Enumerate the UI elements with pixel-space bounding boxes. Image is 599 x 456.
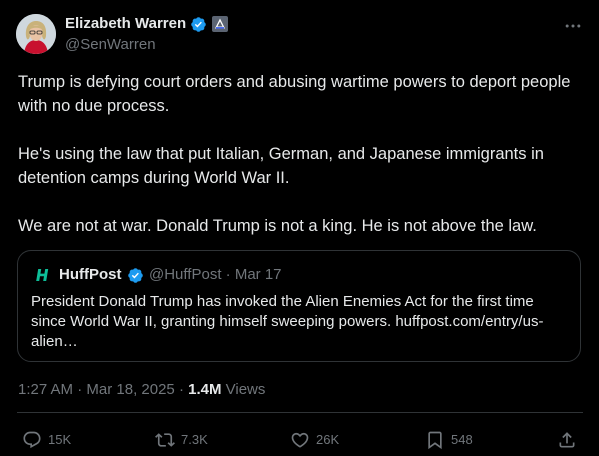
tweet-card: Elizabeth Warren @SenWarren Trump is def… <box>0 0 599 456</box>
share-button[interactable] <box>557 429 577 451</box>
reply-icon <box>23 431 41 449</box>
share-icon <box>559 432 575 448</box>
author-name[interactable]: Elizabeth Warren <box>65 15 186 33</box>
verified-check-icon <box>128 268 143 283</box>
quoted-tweet-card[interactable]: HuffPost @HuffPost · Mar 17 President Do… <box>17 250 581 362</box>
tweet-body: Trump is defying court orders and abusin… <box>18 70 590 262</box>
retweet-count: 7.3K <box>181 432 208 447</box>
tweet-date[interactable]: Mar 18, 2025 <box>86 381 174 398</box>
retweet-button[interactable]: 7.3K <box>155 429 208 451</box>
bookmark-button[interactable]: 548 <box>425 429 473 451</box>
author-handle[interactable]: @SenWarren <box>65 36 156 54</box>
meta-separator: · <box>174 381 189 398</box>
quoted-tweet-text: President Donald Trump has invoked the A… <box>31 293 544 350</box>
tweet-time[interactable]: 1:27 AM <box>18 381 73 398</box>
author-avatar[interactable] <box>16 14 56 54</box>
quoted-meta: @HuffPost · Mar 17 <box>149 266 282 284</box>
huffpost-logo-icon <box>36 269 49 281</box>
quoted-author-name: HuffPost <box>59 266 122 283</box>
heart-icon <box>291 432 309 448</box>
verified-check-icon <box>191 17 206 32</box>
views-label: Views <box>221 381 266 398</box>
quoted-author-handle: @HuffPost <box>149 266 222 283</box>
views-count: 1.4M <box>188 381 222 398</box>
like-button[interactable]: 26K <box>290 429 339 451</box>
tweet-paragraph: Trump is defying court orders and abusin… <box>18 73 571 115</box>
meta-separator: · <box>73 381 87 398</box>
bookmark-count: 548 <box>451 432 473 447</box>
tweet-metadata: 1:27 AM · Mar 18, 2025 · 1.4M Views <box>18 380 265 400</box>
reply-count: 15K <box>48 432 72 447</box>
tweet-paragraph: We are not at war. Donald Trump is not a… <box>18 217 537 235</box>
bookmark-icon <box>428 431 442 450</box>
divider <box>17 412 583 413</box>
like-count: 26K <box>316 432 340 447</box>
government-badge-icon <box>212 16 228 32</box>
quoted-date: Mar 17 <box>234 266 282 283</box>
more-horizontal-icon[interactable] <box>563 16 583 36</box>
reply-button[interactable]: 15K <box>22 429 71 451</box>
retweet-icon <box>155 433 175 447</box>
meta-separator: · <box>225 266 231 283</box>
tweet-paragraph: He's using the law that put Italian, Ger… <box>18 145 544 187</box>
